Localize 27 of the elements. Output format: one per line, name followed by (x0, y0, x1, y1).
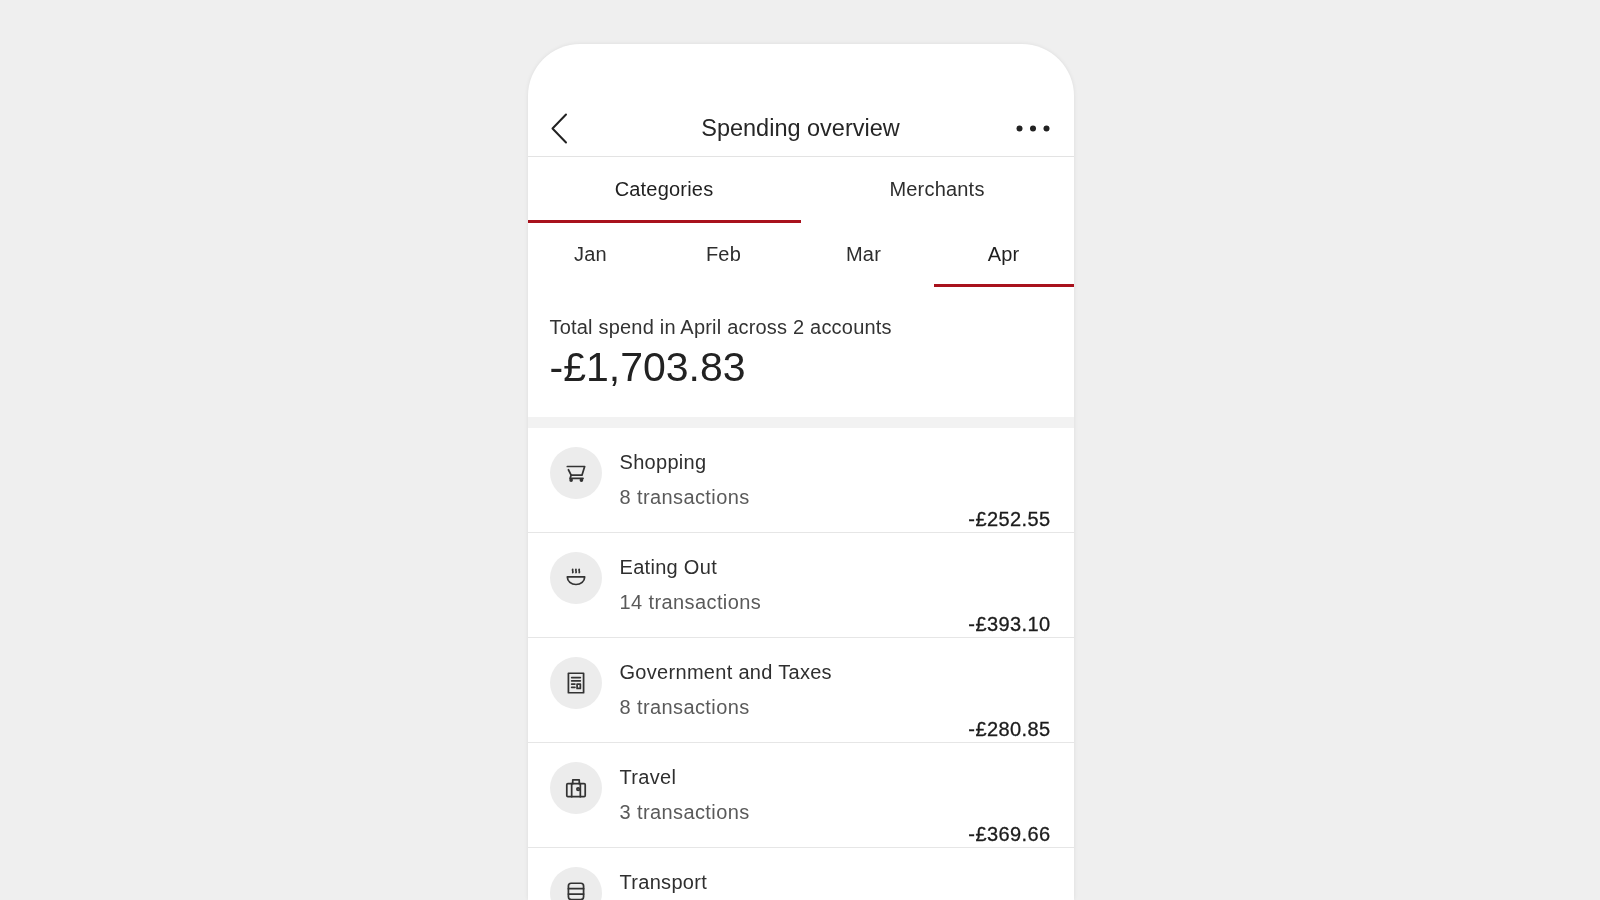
category-name: Travel (619, 765, 678, 790)
category-name: Government and Taxes (619, 660, 833, 685)
category-amount: -£369.66 (968, 822, 1051, 847)
total-caption: Total spend in April across 2 accounts (549, 315, 893, 339)
month-tab[interactable]: Jan (527, 223, 654, 287)
category-row[interactable]: Eating Out 14 transactions -£393.10 (527, 533, 1074, 638)
category-row[interactable]: Shopping 8 transactions -£252.55 (527, 428, 1074, 533)
view-tab[interactable]: Merchants (800, 157, 1074, 223)
transaction-count: 8 transactions (619, 695, 751, 720)
more-icon[interactable] (1015, 124, 1050, 132)
transaction-count: 8 transactions (619, 485, 751, 510)
category-row[interactable]: Government and Taxes 8 transactions -£280.85 (527, 638, 1074, 743)
category-row[interactable]: Transport (527, 848, 1074, 900)
transaction-count: 14 transactions (619, 590, 763, 615)
total-amount: -£1,703.83 (549, 343, 747, 392)
category-name: Eating Out (619, 555, 718, 580)
category-amount: -£393.10 (968, 612, 1051, 637)
category-amount: -£252.55 (968, 507, 1051, 532)
view-tab[interactable]: Categories (527, 157, 801, 223)
category-row[interactable]: Travel 3 transactions -£369.66 (527, 743, 1074, 848)
month-tab[interactable]: Apr (933, 223, 1074, 287)
category-name: Shopping (619, 450, 708, 475)
category-name: Transport (619, 870, 709, 895)
category-amount: -£280.85 (968, 717, 1051, 742)
back-icon[interactable] (549, 112, 568, 144)
screen-title: Spending overview (700, 114, 901, 142)
transaction-count: 3 transactions (619, 800, 751, 825)
